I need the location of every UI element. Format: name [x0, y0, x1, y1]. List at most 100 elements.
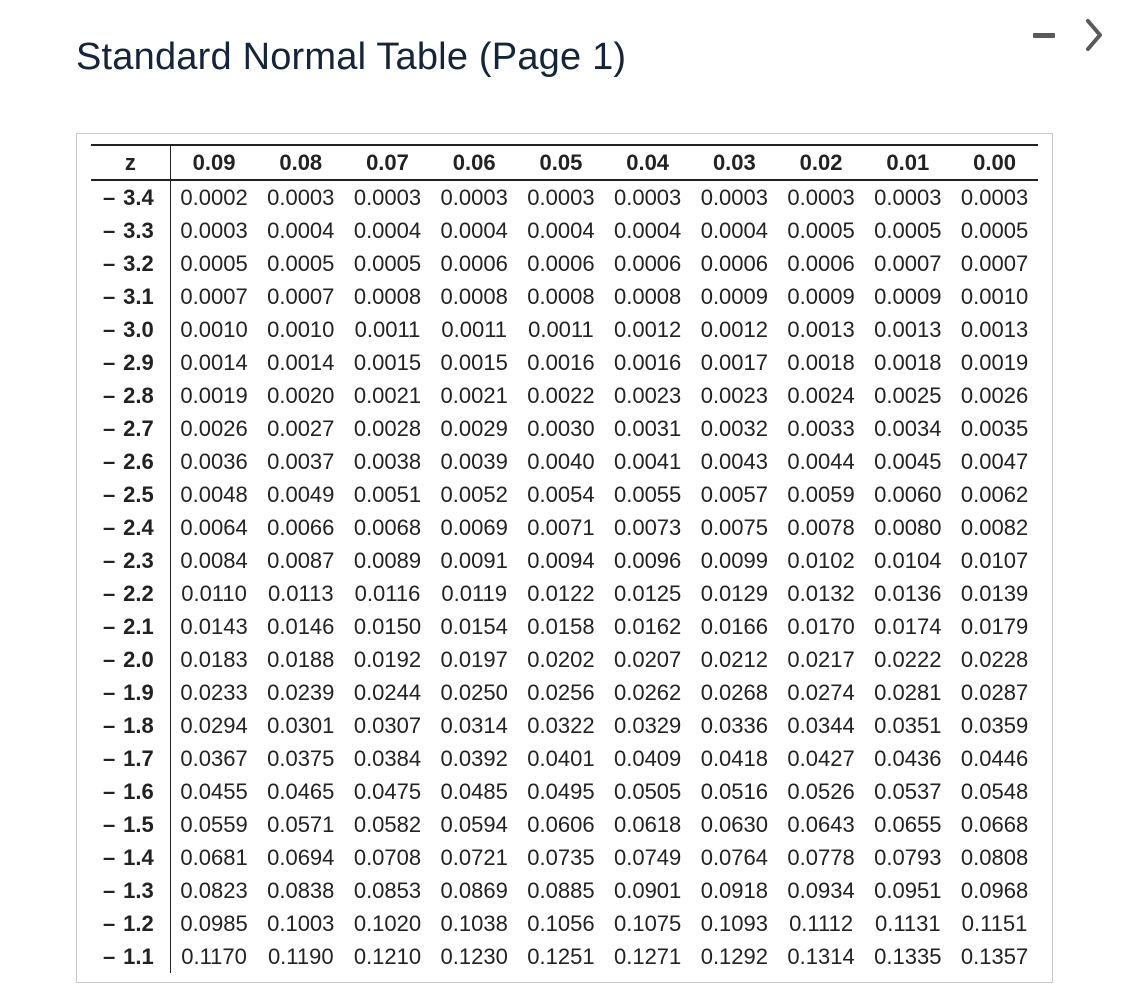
- table-cell: 0.0006: [691, 247, 778, 280]
- table-row: – 1.10.11700.11900.12100.12300.12510.127…: [91, 940, 1038, 973]
- table-cell: 0.0028: [344, 412, 431, 445]
- table-cell: 0.0162: [604, 610, 691, 643]
- table-cell: 0.0062: [951, 478, 1038, 511]
- table-cell: 0.0030: [518, 412, 605, 445]
- table-cell: 0.0104: [864, 544, 951, 577]
- table-cell: 0.0307: [344, 709, 431, 742]
- table-cell: 0.0808: [951, 841, 1038, 874]
- table-cell: 0.0003: [951, 180, 1038, 214]
- chevron-right-icon[interactable]: [1085, 18, 1105, 52]
- table-cell: 0.0026: [951, 379, 1038, 412]
- table-cell: 0.0011: [344, 313, 431, 346]
- table-cell: 0.0869: [431, 874, 518, 907]
- table-cell: 0.0643: [778, 808, 865, 841]
- table-row: – 3.00.00100.00100.00110.00110.00110.001…: [91, 313, 1038, 346]
- table-cell: 0.0006: [778, 247, 865, 280]
- table-row: – 2.70.00260.00270.00280.00290.00300.003…: [91, 412, 1038, 445]
- table-row: – 1.70.03670.03750.03840.03920.04010.040…: [91, 742, 1038, 775]
- table-cell: 0.0005: [778, 214, 865, 247]
- table-cell: 0.0179: [951, 610, 1038, 643]
- table-cell: 0.0329: [604, 709, 691, 742]
- table-cell: 0.0037: [257, 445, 344, 478]
- table-row: – 2.20.01100.01130.01160.01190.01220.012…: [91, 577, 1038, 610]
- table-cell: 0.0071: [518, 511, 605, 544]
- table-cell: 0.0823: [170, 874, 257, 907]
- table-cell: 0.1251: [518, 940, 605, 973]
- table-cell: 0.0107: [951, 544, 1038, 577]
- table-cell: 0.0003: [344, 180, 431, 214]
- table-cell: 0.0233: [170, 676, 257, 709]
- table-cell: 0.0002: [170, 180, 257, 214]
- table-cell: 0.0409: [604, 742, 691, 775]
- table-cell: 0.0475: [344, 775, 431, 808]
- table-cell: 0.0217: [778, 643, 865, 676]
- z-row-label: – 2.6: [91, 445, 170, 478]
- table-cell: 0.0764: [691, 841, 778, 874]
- table-cell: 0.0146: [257, 610, 344, 643]
- table-cell: 0.0012: [604, 313, 691, 346]
- table-cell: 0.0073: [604, 511, 691, 544]
- table-row: – 1.40.06810.06940.07080.07210.07350.074…: [91, 841, 1038, 874]
- table-row: – 1.20.09850.10030.10200.10380.10560.107…: [91, 907, 1038, 940]
- table-cell: 0.0004: [431, 214, 518, 247]
- minimize-icon[interactable]: [1031, 22, 1057, 48]
- table-cell: 0.0212: [691, 643, 778, 676]
- table-cell: 0.1314: [778, 940, 865, 973]
- z-row-label: – 1.9: [91, 676, 170, 709]
- table-cell: 0.0102: [778, 544, 865, 577]
- table-cell: 0.0207: [604, 643, 691, 676]
- table-cell: 0.0008: [431, 280, 518, 313]
- table-header-row: z 0.09 0.08 0.07 0.06 0.05 0.04 0.03 0.0…: [91, 145, 1038, 180]
- table-cell: 0.0038: [344, 445, 431, 478]
- z-row-label: – 1.4: [91, 841, 170, 874]
- table-cell: 0.0022: [518, 379, 605, 412]
- table-cell: 0.0901: [604, 874, 691, 907]
- table-cell: 0.0003: [604, 180, 691, 214]
- col-header: 0.07: [344, 145, 431, 180]
- table-cell: 0.0010: [170, 313, 257, 346]
- table-cell: 0.0020: [257, 379, 344, 412]
- z-row-label: – 3.4: [91, 180, 170, 214]
- table-cell: 0.0985: [170, 907, 257, 940]
- table-cell: 0.0082: [951, 511, 1038, 544]
- table-row: – 1.60.04550.04650.04750.04850.04950.050…: [91, 775, 1038, 808]
- table-cell: 0.0011: [518, 313, 605, 346]
- table-cell: 0.0281: [864, 676, 951, 709]
- table-frame: z 0.09 0.08 0.07 0.06 0.05 0.04 0.03 0.0…: [76, 133, 1053, 983]
- table-cell: 0.0004: [691, 214, 778, 247]
- table-row: – 3.40.00020.00030.00030.00030.00030.000…: [91, 180, 1038, 214]
- table-row: – 1.50.05590.05710.05820.05940.06060.061…: [91, 808, 1038, 841]
- col-header: 0.04: [604, 145, 691, 180]
- table-cell: 0.0012: [691, 313, 778, 346]
- table-row: – 3.20.00050.00050.00050.00060.00060.000…: [91, 247, 1038, 280]
- table-cell: 0.0287: [951, 676, 1038, 709]
- table-cell: 0.0003: [778, 180, 865, 214]
- table-cell: 0.0183: [170, 643, 257, 676]
- table-cell: 0.0017: [691, 346, 778, 379]
- table-cell: 0.0057: [691, 478, 778, 511]
- table-cell: 0.0009: [864, 280, 951, 313]
- page-title: Standard Normal Table (Page 1): [76, 36, 1053, 79]
- table-cell: 0.0174: [864, 610, 951, 643]
- z-row-label: – 1.5: [91, 808, 170, 841]
- table-row: – 2.50.00480.00490.00510.00520.00540.005…: [91, 478, 1038, 511]
- z-row-label: – 3.1: [91, 280, 170, 313]
- table-cell: 0.0019: [951, 346, 1038, 379]
- table-cell: 0.0344: [778, 709, 865, 742]
- table-cell: 0.0694: [257, 841, 344, 874]
- table-cell: 0.1151: [951, 907, 1038, 940]
- table-cell: 0.0016: [604, 346, 691, 379]
- table-cell: 0.0041: [604, 445, 691, 478]
- table-cell: 0.0024: [778, 379, 865, 412]
- table-cell: 0.0166: [691, 610, 778, 643]
- table-cell: 0.1292: [691, 940, 778, 973]
- table-cell: 0.0005: [344, 247, 431, 280]
- table-cell: 0.0066: [257, 511, 344, 544]
- table-cell: 0.0322: [518, 709, 605, 742]
- z-row-label: – 1.1: [91, 940, 170, 973]
- table-cell: 0.0005: [864, 214, 951, 247]
- table-cell: 0.0668: [951, 808, 1038, 841]
- table-cell: 0.0019: [170, 379, 257, 412]
- table-cell: 0.0043: [691, 445, 778, 478]
- table-cell: 0.0239: [257, 676, 344, 709]
